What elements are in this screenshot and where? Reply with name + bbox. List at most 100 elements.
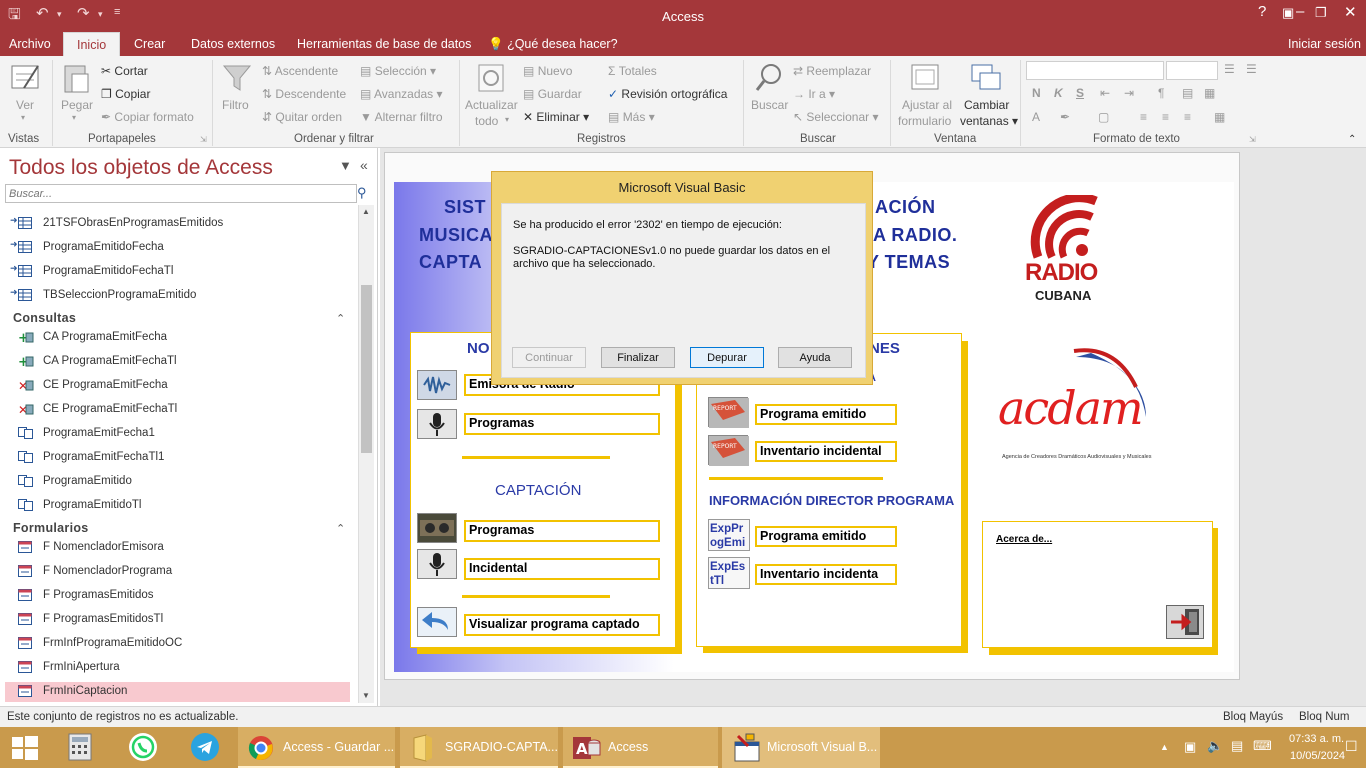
- acerca-link[interactable]: Acerca de...: [996, 534, 1052, 545]
- nav-query-item[interactable]: + CA ProgramaEmitFecha: [12, 328, 352, 348]
- spelling-button[interactable]: ✓ Revisión ortográfica: [608, 87, 727, 101]
- programa-emitido-report-button[interactable]: Programa emitido: [755, 404, 897, 425]
- nav-query-item[interactable]: ProgramaEmitido: [12, 472, 352, 492]
- calculator-taskbar-button[interactable]: [61, 727, 99, 768]
- nav-table-item[interactable]: ➜ TBSeleccionProgramaEmitido: [10, 286, 352, 306]
- paste-button[interactable]: Pegar: [61, 98, 93, 112]
- ribbon-display-icon[interactable]: ▣: [1282, 5, 1294, 21]
- tab-archivo[interactable]: Archivo: [9, 37, 51, 51]
- align-center-icon[interactable]: ≡: [1162, 110, 1169, 124]
- telegram-taskbar-button[interactable]: [186, 727, 224, 768]
- bullets-icon[interactable]: ☰: [1224, 62, 1235, 76]
- cut-button[interactable]: ✂ Cortar: [101, 64, 148, 78]
- toggle-filter-button[interactable]: ▼ Alternar filtro: [360, 110, 443, 124]
- advanced-button[interactable]: ▤ Avanzadas ▾: [360, 87, 443, 101]
- filter-button[interactable]: Filtro: [222, 98, 249, 112]
- refresh-button[interactable]: Actualizar: [465, 98, 518, 112]
- taskbar-chrome-app[interactable]: Access - Guardar ...: [238, 727, 395, 768]
- tray-overflow-icon[interactable]: ▲: [1160, 742, 1169, 752]
- help-icon[interactable]: ?: [1258, 3, 1266, 20]
- clock-date[interactable]: 10/05/2024: [1290, 750, 1345, 762]
- ltr-icon[interactable]: ¶: [1158, 86, 1164, 100]
- nav-query-item[interactable]: ProgramaEmitidoTl: [12, 496, 352, 516]
- minimize-icon[interactable]: –: [1296, 3, 1304, 20]
- ayuda-button[interactable]: Ayuda: [778, 347, 852, 368]
- collapse-consultas-icon[interactable]: ⌃: [336, 312, 345, 325]
- view-button[interactable]: Ver: [16, 98, 34, 112]
- highlight-color-icon[interactable]: ✒: [1060, 110, 1070, 124]
- alt-row-color-icon[interactable]: ▦: [1214, 110, 1225, 124]
- director-programa-emitido-button[interactable]: Programa emitido: [755, 526, 897, 547]
- nav-query-item[interactable]: + CA ProgramaEmitFechaTl: [12, 352, 352, 372]
- finalizar-button[interactable]: Finalizar: [601, 347, 675, 368]
- signin-link[interactable]: Iniciar sesión: [1288, 37, 1361, 51]
- clock-time[interactable]: 07:33 a. m.: [1289, 733, 1344, 745]
- taskbar-access-app[interactable]: A Access: [563, 727, 718, 768]
- collapse-formularios-icon[interactable]: ⌃: [336, 522, 345, 535]
- nav-query-item[interactable]: ✕ CE ProgramaEmitFechaTl: [12, 400, 352, 420]
- nav-form-item[interactable]: F ProgramasEmitidosTl: [5, 610, 350, 630]
- save-record-button[interactable]: ▤ Guardar: [523, 87, 582, 101]
- nav-form-item[interactable]: FrmIniApertura: [5, 658, 350, 678]
- view-dropdown-icon[interactable]: ▾: [21, 113, 25, 122]
- bold-button[interactable]: N: [1032, 86, 1041, 100]
- collapse-ribbon-icon[interactable]: ⌃: [1348, 134, 1356, 145]
- indent-decrease-icon[interactable]: ⇥: [1124, 86, 1134, 100]
- programas-button[interactable]: Programas: [464, 413, 660, 435]
- incidental-mic-icon[interactable]: [417, 549, 457, 579]
- start-button[interactable]: [0, 727, 50, 768]
- taskbar-explorer-app[interactable]: SGRADIO-CAPTA...: [400, 727, 558, 768]
- nav-form-item[interactable]: FrmInfProgramaEmitidoOC: [5, 634, 350, 654]
- tab-crear[interactable]: Crear: [134, 37, 165, 51]
- select-button[interactable]: ↖ Seleccionar ▾: [793, 110, 878, 124]
- nav-table-item[interactable]: ➜ ProgramaEmitidoFecha: [10, 238, 352, 258]
- nav-menu-icon[interactable]: ▼: [339, 158, 352, 173]
- scroll-up-icon[interactable]: ▲: [362, 207, 370, 216]
- clipboard-launcher-icon[interactable]: ⇲: [200, 135, 207, 144]
- captacion-programas-button[interactable]: Programas: [464, 520, 660, 542]
- captacion-programas-thumb-icon[interactable]: [417, 513, 457, 543]
- goto-button[interactable]: → Ir a ▾: [793, 87, 835, 101]
- delete-record-button[interactable]: ✕ Eliminar ▾: [523, 110, 589, 124]
- nav-query-item[interactable]: ProgramaEmitFechaTl1: [12, 448, 352, 468]
- tell-me-box[interactable]: 💡 ¿Qué desea hacer?: [488, 37, 618, 52]
- nav-table-item[interactable]: ➜ ProgramaEmitidoFechaTl: [10, 262, 352, 282]
- exit-button[interactable]: [1166, 605, 1204, 639]
- numbering-icon[interactable]: ☰: [1246, 62, 1257, 76]
- replace-button[interactable]: ⇄ Reemplazar: [793, 64, 871, 78]
- incidental-button[interactable]: Incidental: [464, 558, 660, 580]
- new-record-button[interactable]: ▤ Nuevo: [523, 64, 572, 78]
- italic-button[interactable]: K: [1054, 86, 1063, 100]
- programas-mic-icon[interactable]: [417, 409, 457, 439]
- find-button[interactable]: Buscar: [751, 98, 788, 112]
- continuar-button[interactable]: Continuar: [512, 347, 586, 368]
- network-icon[interactable]: ▤: [1231, 738, 1243, 754]
- nav-table-item[interactable]: ➜ 21TSFObrasEnProgramasEmitidos: [10, 214, 352, 234]
- totals-button[interactable]: Σ Totales: [608, 64, 657, 78]
- nav-section-consultas[interactable]: Consultas: [13, 311, 76, 325]
- tab-inicio[interactable]: Inicio: [63, 32, 121, 56]
- indent-increase-icon[interactable]: ⇤: [1100, 86, 1110, 100]
- copy-button[interactable]: ❐ Copiar: [101, 87, 150, 101]
- whatsapp-taskbar-button[interactable]: [124, 727, 162, 768]
- volume-icon[interactable]: 🔈: [1207, 738, 1223, 754]
- back-arrow-icon[interactable]: [417, 607, 457, 637]
- gridlines-icon[interactable]: ▦: [1204, 86, 1215, 100]
- font-size-combo[interactable]: [1166, 61, 1218, 80]
- switch-windows-button[interactable]: Cambiar: [964, 98, 1009, 112]
- sort-descending-button[interactable]: ⇅ Descendente: [262, 87, 346, 101]
- nav-section-formularios[interactable]: Formularios: [13, 521, 89, 535]
- font-name-combo[interactable]: [1026, 61, 1164, 80]
- format-painter-button[interactable]: ✒ Copiar formato: [101, 110, 194, 124]
- nav-form-item[interactable]: F ProgramasEmitidos: [5, 586, 350, 606]
- close-icon[interactable]: ✕: [1344, 3, 1357, 21]
- sort-ascending-button[interactable]: ⇅ Ascendente: [262, 64, 338, 78]
- selection-button[interactable]: ▤ Selección ▾: [360, 64, 436, 78]
- nav-query-item[interactable]: ProgramaEmitFecha1: [12, 424, 352, 444]
- font-color-icon[interactable]: A: [1032, 110, 1040, 124]
- fit-form-button[interactable]: Ajustar al: [902, 98, 952, 112]
- nav-header[interactable]: Todos los objetos de Access: [9, 156, 273, 180]
- scroll-down-icon[interactable]: ▼: [362, 691, 370, 700]
- refresh-dropdown-icon[interactable]: ▾: [505, 115, 509, 124]
- nav-search-input[interactable]: [5, 184, 357, 203]
